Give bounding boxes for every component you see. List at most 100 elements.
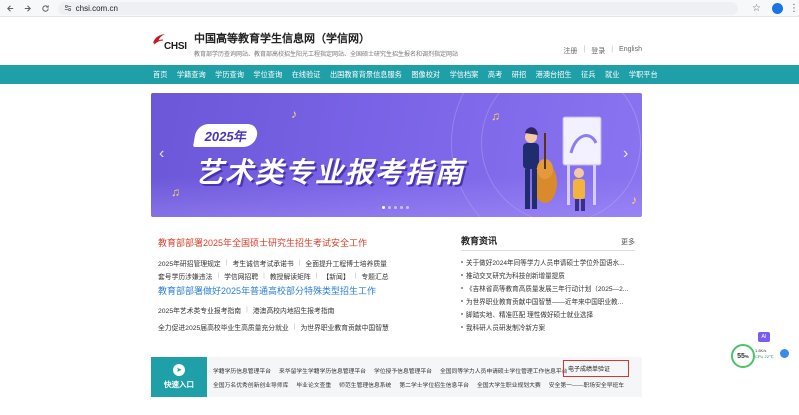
quick-link[interactable]: 全国万名优秀创新创业导师库 [213, 380, 288, 389]
login-link[interactable]: 登录 [591, 46, 605, 56]
nav-abroad[interactable]: 出国教育背景信息服务 [330, 70, 402, 80]
site-logo[interactable]: CHSI 中国高等教育学生信息网（学信网） 教育部学历查询网站、教育部高校招生阳… [150, 30, 458, 58]
news-link[interactable]: 考生诚信考试承诺书 [232, 258, 293, 268]
quick-link[interactable]: 毕业论文查重 [296, 380, 331, 389]
quick-link[interactable]: 来华留学生学籍学历信息管理平台 [279, 366, 366, 375]
news-row: 2025年研招管理规定 | 考生诚信考试承诺书 | 全面提升工程博士培养质量 [158, 258, 387, 268]
news-list: 关于做好2024年同等学力人员申请硕士学位外国语水... 推动交叉研究为科技创新… [461, 255, 635, 333]
send-icon: ➤ [173, 364, 185, 376]
news-link[interactable]: 教授解读矩阵 [270, 271, 311, 281]
bookmark-star-icon[interactable]: ☆ [752, 3, 766, 14]
nav-gangaotai[interactable]: 港澳台招生 [536, 70, 572, 80]
nav-archive[interactable]: 学信档案 [450, 70, 479, 80]
quick-link[interactable]: 师范生管理信息系统 [339, 380, 391, 389]
site-info-icon[interactable] [64, 4, 72, 12]
banner-dot[interactable] [382, 206, 385, 209]
nav-yanzhao[interactable]: 研招 [512, 70, 526, 80]
panel-title: 教育资讯 [461, 236, 498, 246]
quick-link[interactable]: 全国大学生职业规划大赛 [477, 380, 541, 389]
meter-unit: % [744, 353, 749, 359]
meter-value: 55 [737, 352, 745, 360]
news-link[interactable]: 2025年艺术类专业报考指南 [158, 305, 241, 315]
music-note-icon: ♫ [171, 185, 180, 199]
banner-dot[interactable] [394, 206, 397, 209]
headline-link[interactable]: 教育部部署2025年全国硕士研究生招生考试安全工作 [158, 237, 443, 249]
main-nav: 首页 学籍查询 学历查询 学位查询 在线验证 出国教育背景信息服务 图像校对 学… [0, 65, 799, 84]
quick-link[interactable]: 学位授予信息管理平台 [374, 366, 432, 375]
url-text: chsi.com.cn [75, 3, 118, 13]
nav-jiuye[interactable]: 就业 [605, 70, 619, 80]
more-link[interactable]: 更多 [621, 237, 635, 247]
banner-dot[interactable] [406, 206, 409, 209]
ai-assistant-button[interactable]: AI [758, 332, 770, 342]
nav-gaokao[interactable]: 高考 [488, 70, 502, 80]
nav-xuezhi[interactable]: 学职平台 [629, 70, 658, 80]
browser-menu-icon[interactable]: ⋮ [789, 3, 799, 14]
nav-image-check[interactable]: 图像校对 [411, 70, 440, 80]
news-row: 2025年艺术类专业报考指南 | 港澳高校内地招生报考指南 [158, 305, 335, 315]
education-news-panel: 教育资讯 更多 关于做好2024年同等学力人员申请硕士学位外国语水... 推动交… [461, 234, 635, 333]
nav-xuewei[interactable]: 学位查询 [253, 70, 282, 80]
site-header: CHSI 中国高等教育学生信息网（学信网） 教育部学历查询网站、教育部高校招生阳… [0, 17, 799, 65]
news-row: 全力促进2025届高校毕业生高质量充分就业 | 为世界职业教育贡献中国智慧 [158, 322, 389, 332]
nav-verify[interactable]: 在线验证 [292, 70, 321, 80]
news-link[interactable]: 为世界职业教育贡献中国智慧 [300, 322, 388, 332]
banner-next-icon[interactable]: › [623, 145, 628, 163]
nav-xueji[interactable]: 学籍查询 [177, 70, 206, 80]
register-link[interactable]: 注册 [563, 46, 577, 56]
music-note-icon: ♪ [631, 193, 637, 207]
banner-title: 艺术类专业报考指南 [195, 156, 466, 189]
news-link[interactable]: 专题汇总 [361, 271, 388, 281]
nav-xueli[interactable]: 学历查询 [215, 70, 244, 80]
quick-entry-text: 快速入口 [164, 380, 194, 389]
hero-banner[interactable]: ♪ ♫ ♫ ♪ 2025年 艺术类专业报考指南 ‹ › [151, 93, 642, 217]
list-item[interactable]: 关于做好2024年同等学力人员申请硕士学位外国语水... [461, 255, 635, 268]
news-link[interactable]: 2025年研招管理规定 [158, 258, 221, 268]
list-item[interactable]: 推动交叉研究为科技创新增量提质 [461, 268, 635, 281]
music-note-icon: ♪ [291, 107, 297, 121]
quick-link[interactable]: 学籍学历信息管理平台 [213, 366, 271, 375]
english-link[interactable]: English [619, 46, 642, 56]
cpu-temp: CPU 22℃ [755, 354, 774, 359]
banner-prev-icon[interactable]: ‹ [159, 145, 164, 163]
quick-link[interactable]: 安全第一——职场安全早班车 [549, 380, 624, 389]
quick-link[interactable]: 全国同等学力人员申请硕士学位管理工作信息平台 [440, 366, 568, 375]
quick-link[interactable]: 第二学士学位招生信息平台 [399, 380, 469, 389]
back-icon[interactable] [4, 1, 17, 15]
performance-meter[interactable]: 55% [731, 344, 755, 368]
divider: | [583, 46, 586, 53]
divider: | [611, 46, 614, 53]
forward-icon[interactable] [21, 1, 34, 15]
nav-zhengbing[interactable]: 征兵 [581, 70, 595, 80]
news-link[interactable]: 全力促进2025届高校毕业生高质量充分就业 [158, 322, 289, 332]
edge-sidebar-icon[interactable] [780, 349, 789, 358]
list-item[interactable]: 我科研人员研发制冷新方案 [461, 320, 635, 333]
quick-links-row: 全国万名优秀创新创业导师库 毕业论文查重 师范生管理信息系统 第二学士学位招生信… [213, 377, 638, 391]
banner-dot[interactable] [388, 206, 391, 209]
list-item[interactable]: 脚踏实地、精准匹配 理性做好硕士就业选择 [461, 307, 635, 320]
quick-entry-label: ➤ 快速入口 [151, 357, 207, 397]
site-title: 中国高等教育学生信息网（学信网） [194, 32, 370, 45]
news-link[interactable]: 套号学历涉嫌违法 [158, 271, 212, 281]
banner-pagination [382, 206, 409, 209]
profile-avatar[interactable] [771, 2, 783, 14]
news-link[interactable]: 全面提升工程博士培养质量 [305, 258, 387, 268]
list-item[interactable]: 《吉林省高等教育高质量发展三年行动计划（2025—2... [461, 281, 635, 294]
headline-link[interactable]: 教育部部署做好2025年普通高校部分特殊类型招生工作 [158, 285, 443, 297]
news-link[interactable]: 港澳高校内地招生报考指南 [253, 305, 335, 315]
chsi-logo-mark: CHSI [150, 31, 190, 57]
news-left: 教育部部署2025年全国硕士研究生招生考试安全工作 2025年研招管理规定 | 考… [158, 237, 443, 333]
music-note-icon: ♫ [491, 109, 500, 123]
musician-illustration [523, 116, 602, 211]
nav-home[interactable]: 首页 [153, 70, 167, 80]
address-bar[interactable]: chsi.com.cn [57, 1, 738, 15]
site-subtitle: 教育部学历查询网站、教育部高校招生阳光工程指定网站、全国硕士研究生招生报名和调剂… [194, 52, 459, 58]
banner-dot[interactable] [400, 206, 403, 209]
news-link[interactable]: 学信网招聘 [224, 271, 258, 281]
banner-year: 2025年 [192, 124, 259, 147]
speed-readout: 1.6K/s CPU 22℃ [755, 348, 774, 360]
news-link[interactable]: 【新闻】 [322, 271, 349, 281]
transcript-verify-link[interactable]: 电子成绩单验证 [563, 360, 629, 377]
list-item[interactable]: 为世界职业教育贡献中国智慧——近年来中国职业教... [461, 294, 635, 307]
reload-icon[interactable] [38, 1, 51, 15]
